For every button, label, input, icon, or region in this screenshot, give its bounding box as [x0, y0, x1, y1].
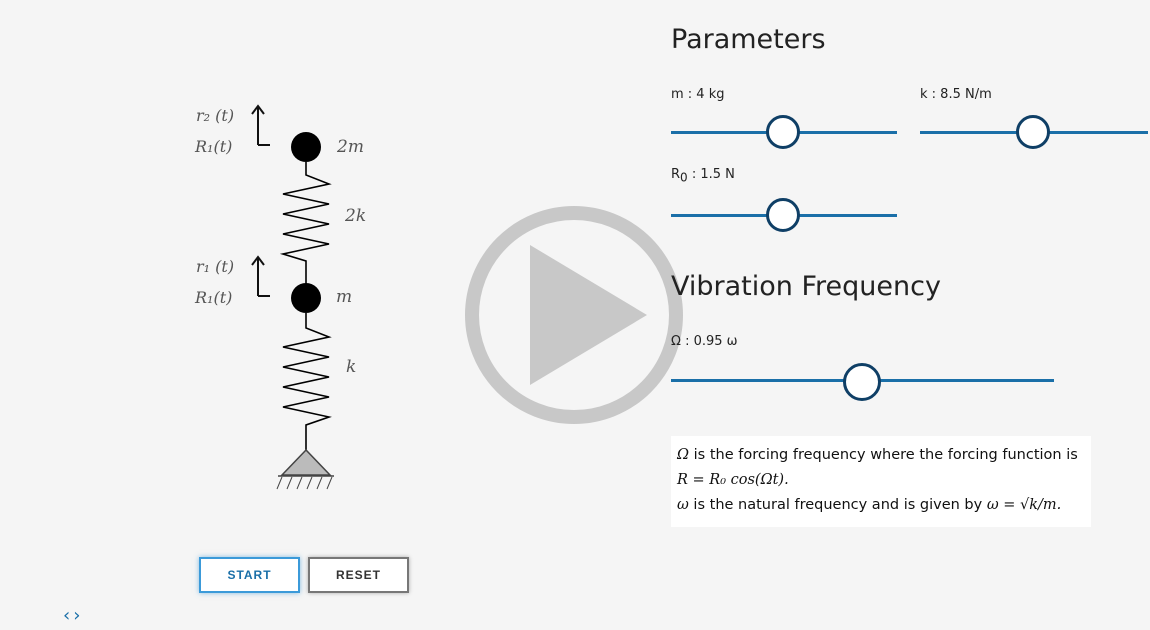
arrow-up-icon: [251, 104, 270, 146]
reset-button[interactable]: RESET: [308, 557, 409, 593]
label-spring-top: 2k: [345, 206, 367, 226]
k-slider-thumb[interactable]: [1016, 115, 1050, 149]
slide-nav: ‹ ›: [63, 605, 80, 626]
mass-top: [291, 132, 321, 162]
prev-icon[interactable]: ‹: [63, 605, 70, 626]
label-R1-top: R₁(t): [195, 137, 233, 156]
vibration-heading: Vibration Frequency: [671, 271, 941, 302]
info-line-3: ω is the natural frequency and is given …: [677, 493, 1085, 518]
R0-label-main: R: [671, 167, 681, 182]
frequency-info-box: Ω is the forcing frequency where the for…: [671, 436, 1091, 527]
spring-top: [279, 162, 332, 284]
label-R1-bottom: R₁(t): [195, 288, 233, 307]
label-spring-bottom: k: [346, 357, 357, 377]
label-mass-bottom: m: [336, 287, 353, 307]
parameters-heading: Parameters: [671, 24, 826, 55]
R0-label-sub: 0: [680, 170, 688, 185]
ground-support-icon: [276, 448, 334, 490]
m-slider-thumb[interactable]: [766, 115, 800, 149]
info-line-1: Ω is the forcing frequency where the for…: [677, 443, 1085, 468]
label-mass-top: 2m: [337, 137, 364, 157]
info-natural-formula: ω = √k/m.: [986, 497, 1062, 513]
info-line-3-text: is the natural frequency and is given by: [688, 497, 987, 513]
next-icon[interactable]: ›: [73, 605, 80, 626]
k-slider-label: k : 8.5 N/m: [920, 87, 992, 102]
play-icon[interactable]: [462, 203, 686, 427]
label-r2: r₂ (t): [196, 106, 235, 125]
info-natural-symbol: ω: [677, 497, 689, 513]
m-slider-label: m : 4 kg: [671, 87, 725, 102]
omega-slider-thumb[interactable]: [843, 363, 881, 401]
omega-slider-label: Ω : 0.95 ω: [671, 334, 738, 349]
label-r1: r₁ (t): [196, 257, 235, 276]
spring-bottom: [282, 313, 332, 450]
info-omega-symbol: Ω: [677, 447, 690, 463]
R0-slider-thumb[interactable]: [766, 198, 800, 232]
start-button[interactable]: START: [199, 557, 300, 593]
mass-bottom: [291, 283, 321, 313]
R0-label-rest: : 1.5 N: [691, 167, 735, 182]
info-line-1-text: is the forcing frequency where the forci…: [689, 447, 1078, 463]
arrow-up-icon: [251, 255, 270, 297]
info-line-2: R = R₀ cos(Ωt).: [677, 472, 789, 488]
R0-slider-label: R0 : 1.5 N: [671, 167, 735, 185]
